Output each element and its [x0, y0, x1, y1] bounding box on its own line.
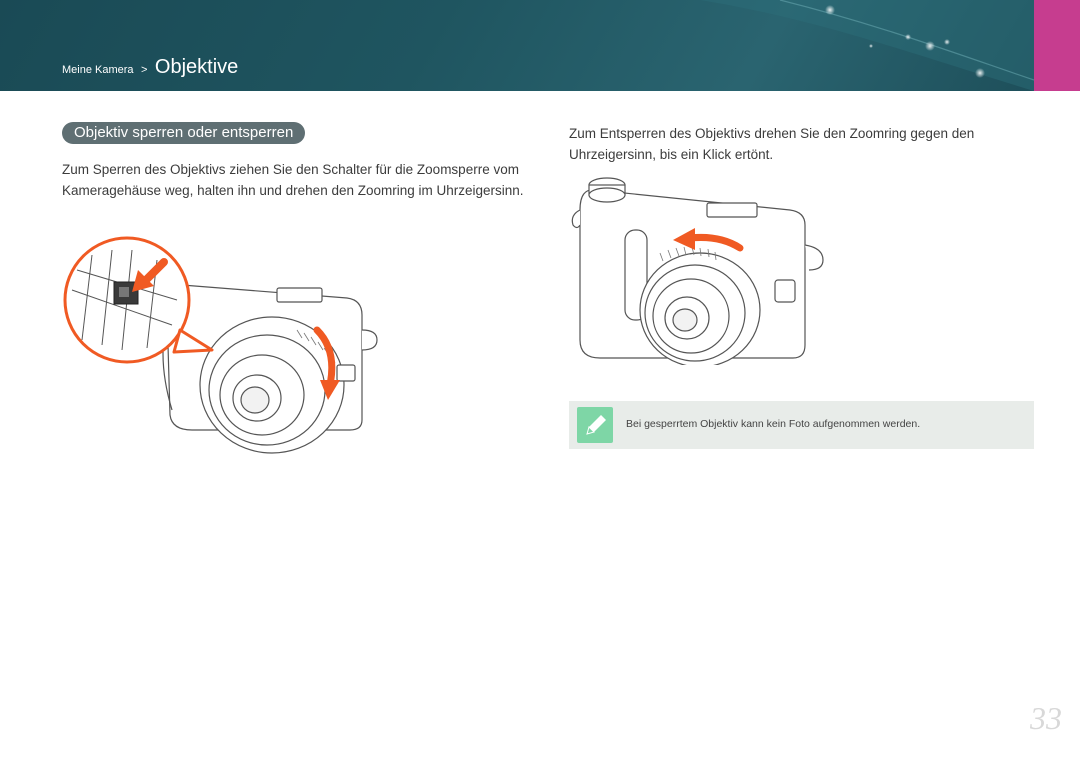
breadcrumb-separator: >: [141, 64, 148, 76]
page-number: 33: [1030, 700, 1062, 736]
note-box: Bei gesperrtem Objektiv kann kein Foto a…: [569, 401, 1034, 449]
lock-camera-illustration: [63, 236, 378, 454]
unlock-camera-illustration: [571, 177, 824, 365]
section-heading: Objektiv sperren oder entsperren: [62, 122, 306, 144]
page-title: Objektive: [154, 56, 239, 78]
breadcrumb: Meine Kamera > Objektive: [62, 56, 238, 79]
lock-instruction-text: Zum Sperren des Objektivs ziehen Sie den…: [62, 162, 524, 198]
header-tab: [1034, 0, 1080, 91]
note-text: Bei gesperrtem Objektiv kann kein Foto a…: [626, 418, 921, 430]
header-banner: Meine Kamera > Objektive: [0, 0, 1080, 91]
breadcrumb-parent[interactable]: Meine Kamera: [62, 64, 134, 76]
pencil-note-icon: [577, 407, 613, 443]
unlock-instruction-text: Zum Entsperren des Objektivs drehen Sie …: [569, 126, 975, 162]
